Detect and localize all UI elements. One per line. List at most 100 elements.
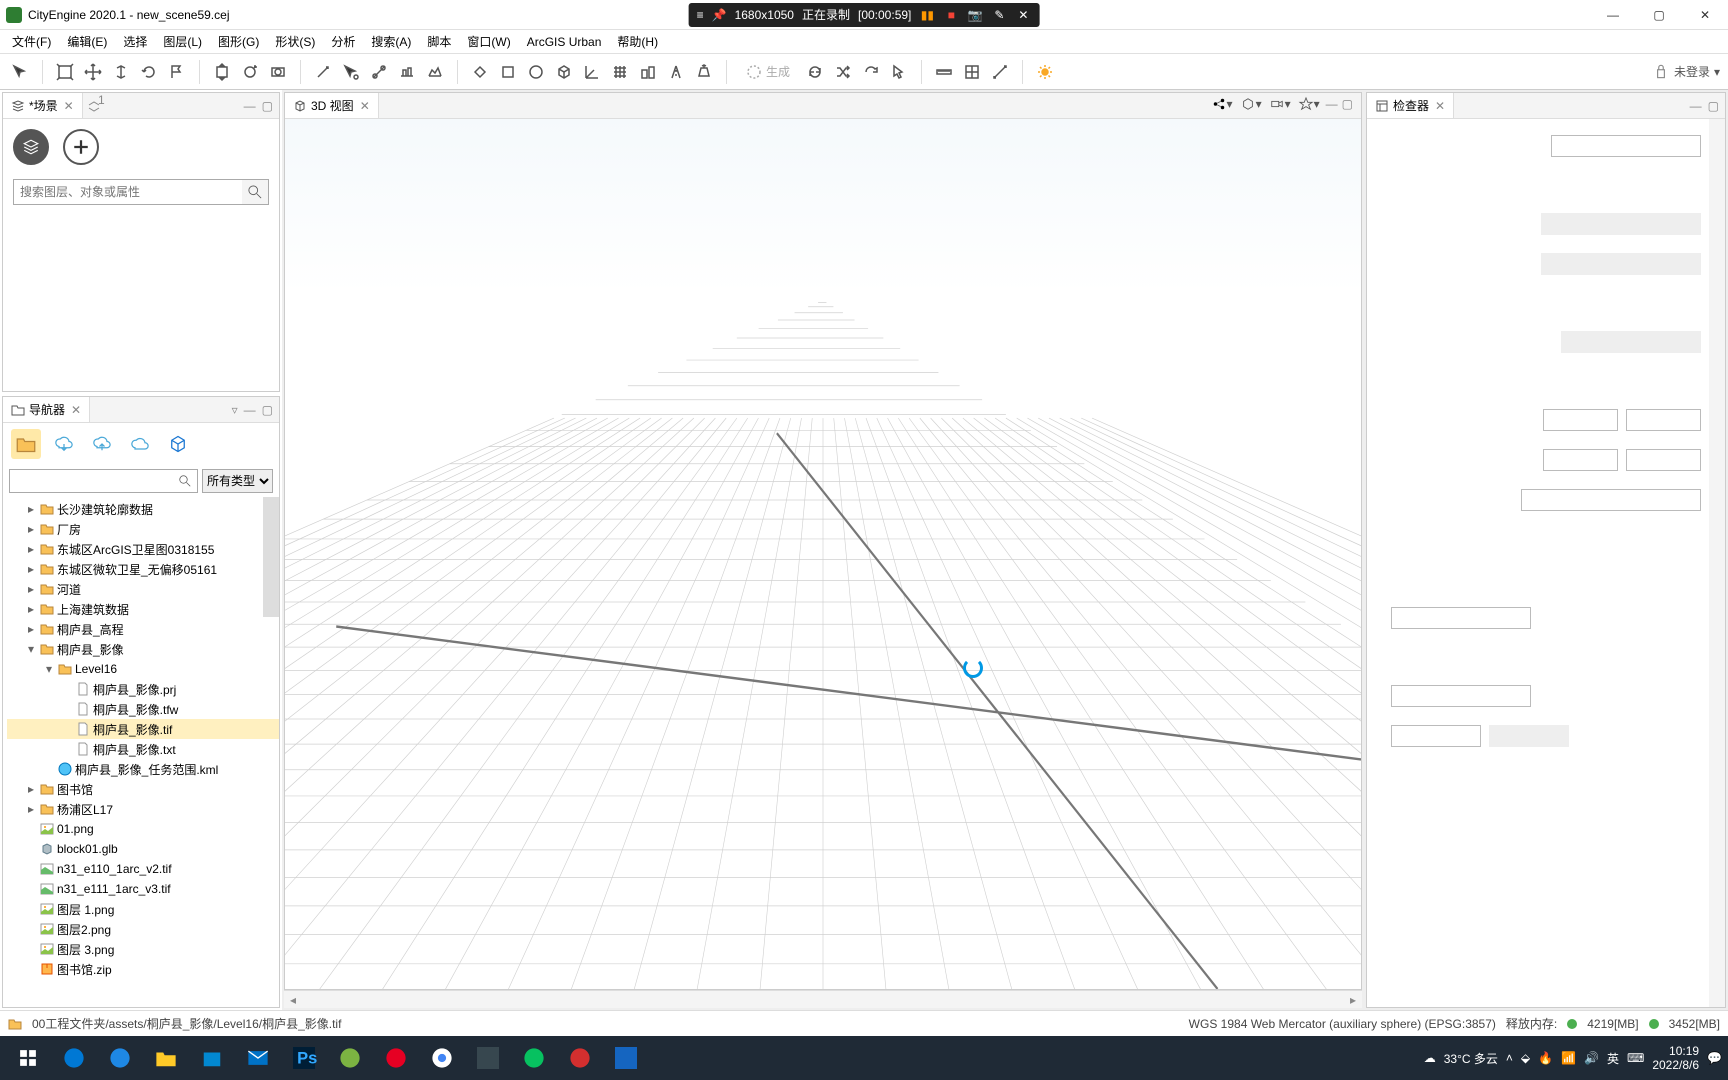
taskbar-app-2[interactable]: [328, 1038, 372, 1078]
tray-icon[interactable]: ⬙: [1521, 1051, 1530, 1065]
tray-clock[interactable]: 10:19 2022/8/6: [1652, 1044, 1699, 1073]
tree-item[interactable]: 图层 3.png: [7, 939, 279, 959]
panel-maximize-icon[interactable]: ▢: [1708, 99, 1719, 113]
tree-item[interactable]: n31_e110_1arc_v2.tif: [7, 859, 279, 879]
draw-tool-1[interactable]: [311, 60, 335, 84]
inspector-field[interactable]: [1543, 449, 1618, 471]
tree-item[interactable]: 桐庐县_影像.tfw: [7, 699, 279, 719]
tree-twisty[interactable]: ▸: [25, 582, 37, 596]
tray-icon[interactable]: 🔥: [1538, 1051, 1553, 1065]
taskbar-pinterest[interactable]: [374, 1038, 418, 1078]
scene-tab[interactable]: *场景 ✕: [3, 93, 83, 118]
taskbar-record[interactable]: [558, 1038, 602, 1078]
inspector-field[interactable]: [1391, 725, 1481, 747]
tree-item[interactable]: 01.png: [7, 819, 279, 839]
sun-tool[interactable]: [1033, 60, 1057, 84]
tree-item[interactable]: 桐庐县_影像.prj: [7, 679, 279, 699]
measure-tool-2[interactable]: [960, 60, 984, 84]
tray-ime[interactable]: 英: [1607, 1050, 1619, 1067]
stop-icon[interactable]: ■: [943, 7, 959, 23]
login-status[interactable]: 未登录 ▾: [1652, 63, 1720, 81]
vp-star-button[interactable]: ▾: [1297, 95, 1322, 113]
nav-search-input[interactable]: [10, 470, 173, 492]
transform-tool-3[interactable]: [266, 60, 290, 84]
menu-script[interactable]: 脚本: [421, 31, 457, 52]
tree-item[interactable]: 桐庐县_影像.txt: [7, 739, 279, 759]
viewport-canvas[interactable]: [285, 119, 1361, 989]
tray-keyboard-icon[interactable]: ⌨: [1627, 1051, 1644, 1065]
tree-item[interactable]: ▸河道: [7, 579, 279, 599]
tray-volume-icon[interactable]: 🔊: [1584, 1051, 1599, 1065]
pointer-tool[interactable]: [887, 60, 911, 84]
start-button[interactable]: [6, 1038, 50, 1078]
redo-tool[interactable]: [859, 60, 883, 84]
nav-cloud-download-button[interactable]: [49, 429, 79, 459]
taskbar-edge[interactable]: [52, 1038, 96, 1078]
close-button[interactable]: ✕: [1682, 0, 1728, 30]
vp-camera-button[interactable]: ▾: [1268, 95, 1293, 113]
tree-item[interactable]: ▸桐庐县_高程: [7, 619, 279, 639]
menu-window[interactable]: 窗口(W): [461, 31, 516, 52]
search-icon[interactable]: [173, 470, 197, 492]
scroll-left-icon[interactable]: ◂: [284, 993, 302, 1007]
rotate-tool[interactable]: [137, 60, 161, 84]
measure-tool-3[interactable]: [988, 60, 1012, 84]
inspector-field[interactable]: [1391, 685, 1531, 707]
taskbar-wechat[interactable]: [512, 1038, 556, 1078]
tree-item[interactable]: 图层2.png: [7, 919, 279, 939]
tree-item[interactable]: ▸图书馆: [7, 779, 279, 799]
inspector-field[interactable]: [1626, 409, 1701, 431]
measure-tool-1[interactable]: [932, 60, 956, 84]
search-icon[interactable]: [242, 180, 268, 204]
close-icon[interactable]: ✕: [1435, 99, 1445, 113]
inspector-field[interactable]: [1626, 449, 1701, 471]
shape-rect-tool[interactable]: [496, 60, 520, 84]
frame-tool[interactable]: [53, 60, 77, 84]
nav-tree[interactable]: ▸长沙建筑轮廓数据▸厂房▸东城区ArcGIS卫星图0318155▸东城区微软卫星…: [3, 497, 279, 1007]
scene-aux-tab[interactable]: 1: [83, 99, 105, 113]
nav-cloud-upload-button[interactable]: [87, 429, 117, 459]
draw-tool-5[interactable]: [423, 60, 447, 84]
tray-weather[interactable]: 33°C 多云: [1444, 1050, 1498, 1067]
shape-extrude-tool[interactable]: [692, 60, 716, 84]
tree-twisty[interactable]: ▸: [25, 502, 37, 516]
transform-tool-1[interactable]: [210, 60, 234, 84]
nav-local-button[interactable]: [11, 429, 41, 459]
menu-select[interactable]: 选择: [117, 31, 153, 52]
menu-analysis[interactable]: 分析: [325, 31, 361, 52]
panel-minimize-icon[interactable]: —: [1326, 97, 1338, 111]
panel-minimize-icon[interactable]: —: [244, 99, 256, 113]
close-icon[interactable]: ✕: [360, 99, 370, 113]
generate-button[interactable]: 生成: [737, 60, 799, 84]
nav-search[interactable]: [9, 469, 198, 493]
move-tool[interactable]: [81, 60, 105, 84]
camera-icon[interactable]: 📷: [967, 7, 983, 23]
inspector-tab[interactable]: 检查器 ✕: [1367, 93, 1454, 118]
panel-maximize-icon[interactable]: ▢: [262, 403, 273, 417]
scene-layers-button[interactable]: [13, 129, 49, 165]
nav-filter-select[interactable]: 所有类型: [202, 469, 273, 493]
recorder-close-icon[interactable]: ✕: [1015, 7, 1031, 23]
nav-cloud-button[interactable]: [125, 429, 155, 459]
nav-package-button[interactable]: [163, 429, 193, 459]
close-icon[interactable]: ✕: [64, 99, 74, 113]
shape-cube-tool[interactable]: [552, 60, 576, 84]
tree-scrollbar[interactable]: [263, 497, 279, 617]
tree-twisty[interactable]: ▸: [25, 602, 37, 616]
tray-chevron-icon[interactable]: ˄: [1506, 1051, 1513, 1065]
menu-graphic[interactable]: 图形(G): [212, 31, 265, 52]
tree-twisty[interactable]: ▸: [25, 522, 37, 536]
tray-notifications-icon[interactable]: 💬: [1707, 1051, 1722, 1065]
shape-circle-tool[interactable]: [524, 60, 548, 84]
tree-item[interactable]: 图层 1.png: [7, 899, 279, 919]
select-tool[interactable]: [8, 60, 32, 84]
scroll-right-icon[interactable]: ▸: [1344, 993, 1362, 1007]
navigator-tab[interactable]: 导航器 ✕: [3, 397, 90, 422]
tree-item[interactable]: 桐庐县_影像_任务范围.kml: [7, 759, 279, 779]
tree-item[interactable]: ▸杨浦区L17: [7, 799, 279, 819]
tree-item[interactable]: n31_e111_1arc_v3.tif: [7, 879, 279, 899]
menu-search[interactable]: 搜索(A): [365, 31, 417, 52]
scene-search-input[interactable]: [14, 180, 242, 204]
transform-tool-2[interactable]: [238, 60, 262, 84]
minimize-button[interactable]: —: [1590, 0, 1636, 30]
